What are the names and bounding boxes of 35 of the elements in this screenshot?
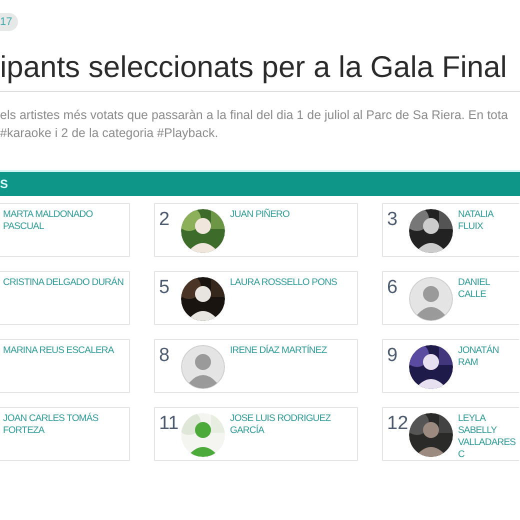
- participant-name: MARTA MALDONADO PASCUAL: [3, 209, 94, 233]
- rank-number: 5: [159, 277, 171, 299]
- participant-name: JOAN CARLES TOMÁS FORTEZA: [3, 413, 100, 437]
- rank-number: 8: [159, 345, 171, 367]
- participant-name: MARINA REUS ESCALERA: [3, 345, 114, 357]
- participant-card[interactable]: 2 JUAN PIÑERO: [154, 203, 358, 257]
- participant-name: JONATÁN RAM: [458, 345, 500, 369]
- participant-name: LAURA ROSSELLO PONS: [230, 277, 337, 289]
- participant-card[interactable]: 9 JONATÁN RAM: [382, 339, 519, 393]
- participant-name: NATALIA FLUIX: [458, 209, 494, 233]
- rank-number: 9: [387, 345, 399, 367]
- participant-card[interactable]: 3 NATALIA FLUIX: [382, 203, 519, 257]
- rank-number: 11: [159, 413, 180, 435]
- participant-name: CRISTINA DELGADO DURÁN: [3, 277, 124, 289]
- page-title: ipants seleccionats per a la Gala Final: [0, 51, 520, 92]
- section-label: S: [0, 177, 8, 191]
- participant-name: JOSE LUIS RODRIGUEZ GARCÍA: [230, 413, 332, 437]
- rank-number: 12: [387, 413, 409, 435]
- rank-number: 2: [159, 209, 171, 231]
- participant-card[interactable]: 8 IRENE DÍAZ MARTÍNEZ: [154, 339, 358, 393]
- participant-name: JUAN PIÑERO: [230, 209, 290, 221]
- participant-card[interactable]: 11 JOSE LUIS RODRIGUEZ GARCÍA: [154, 407, 358, 461]
- rank-number: 6: [387, 277, 399, 299]
- rank-number: 3: [387, 209, 399, 231]
- avatar-placeholder-icon: [181, 345, 225, 389]
- date-badge: 17: [0, 13, 18, 31]
- avatar-placeholder-icon: [409, 277, 453, 321]
- participant-name: DANIEL CALLE: [458, 277, 491, 301]
- participant-name: IRENE DÍAZ MARTÍNEZ: [230, 345, 327, 357]
- participant-name: LEYLA SABELLY VALLADARES C: [458, 413, 517, 461]
- participant-card[interactable]: 6 DANIEL CALLE: [382, 271, 519, 325]
- intro-text: els artistes més votats que passaràn a la final del dia 1 de juliol al Parc de Sa Riera. En tota: [0, 107, 509, 124]
- intro-text: #karaoke i 2 de la categoria #Playback.: [0, 125, 220, 142]
- participant-card[interactable]: 5 LAURA ROSSELLO PONS: [154, 271, 358, 325]
- participant-card[interactable]: 12 LEYLA SABELLY VALLADARES C: [382, 407, 519, 461]
